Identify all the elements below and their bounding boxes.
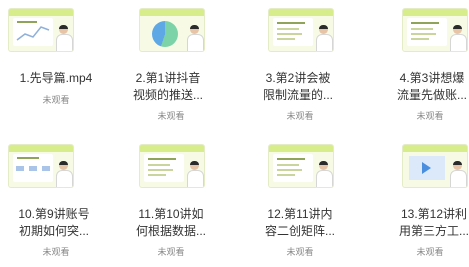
- presenter-icon: [186, 25, 204, 51]
- thumbnail-video-icon: [409, 156, 445, 180]
- thumbnail-slide: [144, 154, 184, 182]
- video-title[interactable]: 11.第10讲如: [121, 206, 221, 223]
- video-title[interactable]: 3.第2讲会被: [248, 70, 348, 87]
- video-title[interactable]: 1.先导篇.mp4: [6, 70, 106, 87]
- thumbnail-slide: [273, 154, 313, 182]
- thumbnail-band: [269, 145, 333, 152]
- video-thumbnail[interactable]: [8, 8, 74, 52]
- video-title-cont[interactable]: 限制流量的...: [248, 87, 348, 104]
- video-card[interactable]: 12.第11讲内 容二创矩阵... 未观看: [250, 144, 350, 264]
- video-thumbnail[interactable]: [8, 144, 74, 188]
- video-card[interactable]: 3.第2讲会被 限制流量的... 未观看: [250, 8, 350, 128]
- thumbnail-band: [9, 145, 73, 152]
- video-thumbnail[interactable]: [139, 8, 205, 52]
- thumbnail-band: [140, 9, 204, 16]
- presenter-icon: [315, 161, 333, 187]
- video-title-cont[interactable]: 视频的推送...: [118, 87, 218, 104]
- thumbnail-flow-icon: [16, 157, 50, 171]
- watch-status: 未观看: [286, 111, 314, 121]
- watch-status: 未观看: [157, 111, 185, 121]
- video-card[interactable]: 1.先导篇.mp4 未观看: [6, 8, 106, 128]
- watch-status: 未观看: [42, 247, 70, 257]
- thumbnail-slide: [407, 18, 447, 46]
- watch-status: 未观看: [157, 247, 185, 257]
- video-title-cont[interactable]: 初期如何突...: [4, 223, 104, 240]
- presenter-icon: [55, 161, 73, 187]
- video-card[interactable]: 4.第3讲想爆 流量先做账... 未观看: [380, 8, 469, 128]
- video-title[interactable]: 12.第11讲内: [250, 206, 350, 223]
- thumbnail-slide: [13, 18, 53, 46]
- video-card[interactable]: 2.第1讲抖音 视频的推送... 未观看: [121, 8, 221, 128]
- watch-status: 未观看: [416, 247, 444, 257]
- video-title[interactable]: 4.第3讲想爆: [382, 70, 469, 87]
- video-card[interactable]: 11.第10讲如 何根据数据... 未观看: [121, 144, 221, 264]
- presenter-icon: [315, 25, 333, 51]
- thumbnail-chart-icon: [16, 21, 50, 41]
- video-title-cont[interactable]: 用第三方工...: [384, 223, 469, 240]
- presenter-icon: [449, 161, 467, 187]
- presenter-icon: [449, 25, 467, 51]
- watch-status: 未观看: [286, 247, 314, 257]
- thumbnail-slide: [13, 154, 53, 182]
- video-thumbnail[interactable]: [402, 144, 468, 188]
- thumbnail-band: [269, 9, 333, 16]
- video-title-cont[interactable]: 流量先做账...: [382, 87, 469, 104]
- watch-status: 未观看: [42, 95, 70, 105]
- video-title-cont[interactable]: 何根据数据...: [121, 223, 221, 240]
- video-title[interactable]: 2.第1讲抖音: [118, 70, 218, 87]
- thumbnail-band: [403, 145, 467, 152]
- watch-status: 未观看: [416, 111, 444, 121]
- video-title[interactable]: 13.第12讲利: [384, 206, 469, 223]
- video-title[interactable]: 10.第9讲账号: [4, 206, 104, 223]
- presenter-icon: [55, 25, 73, 51]
- video-card[interactable]: 10.第9讲账号 初期如何突... 未观看: [6, 144, 106, 264]
- video-thumbnail[interactable]: [268, 144, 334, 188]
- thumbnail-band: [9, 9, 73, 16]
- video-thumbnail[interactable]: [268, 8, 334, 52]
- thumbnail-pie-icon: [152, 21, 178, 47]
- thumbnail-band: [140, 145, 204, 152]
- thumbnail-band: [403, 9, 467, 16]
- video-grid: 1.先导篇.mp4 未观看 2.第1讲抖音 视频的推送... 未观看 3.第2讲…: [0, 0, 469, 267]
- video-thumbnail[interactable]: [402, 8, 468, 52]
- video-thumbnail[interactable]: [139, 144, 205, 188]
- video-card[interactable]: 13.第12讲利 用第三方工... 未观看: [380, 144, 469, 264]
- thumbnail-slide: [273, 18, 313, 46]
- video-title-cont[interactable]: 容二创矩阵...: [250, 223, 350, 240]
- presenter-icon: [186, 161, 204, 187]
